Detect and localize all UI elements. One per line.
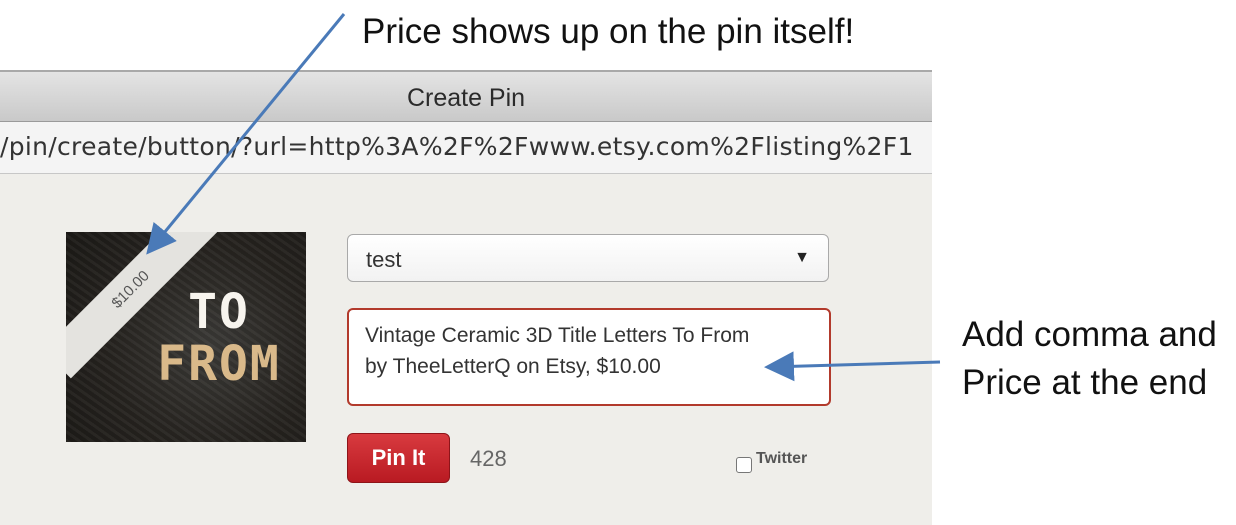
window-title: Create Pin: [406, 84, 526, 112]
annotation-right-line-2: Price at the end: [962, 363, 1208, 402]
url-bar[interactable]: /pin/create/button/?url=http%3A%2F%2Fwww…: [0, 122, 932, 174]
title-bar: Create Pin: [0, 70, 932, 122]
image-letters-bottom: FROM: [157, 336, 281, 392]
board-select[interactable]: test ▼: [347, 234, 829, 282]
image-letters: TO FROM: [144, 286, 294, 390]
description-line-2: by TheeLetterQ on Etsy, $10.00: [365, 355, 661, 378]
pin-form: TO FROM $10.00 test ▼ Vintage Ceramic 3D…: [0, 174, 932, 525]
pin-image: TO FROM $10.00: [66, 232, 306, 442]
url-text: /pin/create/button/?url=http%3A%2F%2Fwww…: [0, 132, 914, 161]
pin-it-button[interactable]: Pin It: [347, 433, 450, 483]
pin-count: 428: [470, 446, 507, 471]
description-line-1: Vintage Ceramic 3D Title Letters To From: [365, 324, 750, 347]
image-letters-top: TO: [188, 284, 250, 340]
create-pin-window: Create Pin /pin/create/button/?url=http%…: [0, 70, 932, 525]
annotation-right-line-1: Add comma and: [962, 315, 1217, 354]
board-select-value: test: [366, 247, 402, 272]
twitter-checkbox[interactable]: [736, 457, 752, 473]
dropdown-arrow-icon: ▼: [794, 249, 810, 266]
description-textarea[interactable]: Vintage Ceramic 3D Title Letters To From…: [347, 308, 831, 406]
annotation-right: Add comma and Price at the end: [962, 311, 1217, 407]
twitter-label[interactable]: Twitter: [756, 450, 807, 468]
annotation-top: Price shows up on the pin itself!: [362, 12, 855, 51]
